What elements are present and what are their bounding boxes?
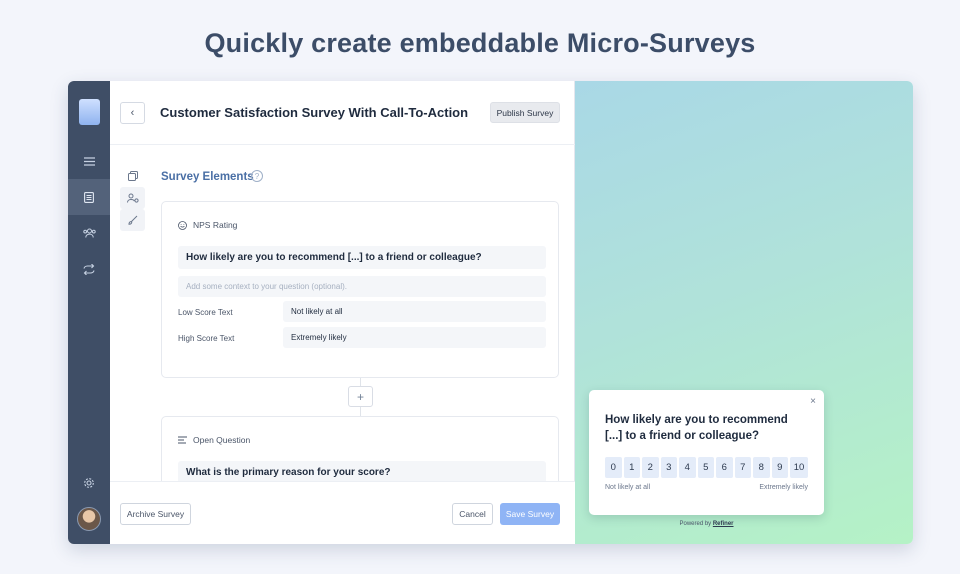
menu-icon[interactable] [68, 143, 110, 179]
brush-icon[interactable] [120, 209, 145, 231]
powered-by-link[interactable]: Refiner [713, 521, 734, 527]
close-icon[interactable]: × [810, 396, 816, 407]
page-headline: Quickly create embeddable Micro-Surveys [204, 28, 756, 58]
section-title: Survey Elements [161, 171, 254, 183]
nps-scale: 0 1 2 3 4 5 6 7 8 9 10 [605, 457, 808, 478]
low-score-input[interactable]: Not likely at all [283, 301, 546, 322]
nps-score-button[interactable]: 5 [697, 457, 714, 478]
side-nav [68, 81, 110, 544]
nps-score-button[interactable]: 0 [605, 457, 622, 478]
app-logo[interactable] [79, 99, 100, 125]
survey-preview: × How likely are you to recommend [...] … [575, 81, 913, 544]
users-icon[interactable] [68, 215, 110, 251]
high-score-input[interactable]: Extremely likely [283, 327, 546, 348]
copy-icon[interactable] [120, 165, 145, 187]
smiley-icon [178, 220, 187, 230]
scale-low-label: Not likely at all [605, 484, 651, 491]
connector-line [360, 407, 361, 416]
high-score-label: High Score Text [178, 334, 235, 343]
element-type-text: Open Question [193, 435, 251, 445]
nps-score-button[interactable]: 9 [771, 457, 788, 478]
powered-by: Powered by Refiner [575, 521, 838, 527]
publish-survey-button[interactable]: Publish Survey [490, 102, 560, 123]
app-window: ‹ Customer Satisfaction Survey With Call… [68, 81, 913, 544]
editor-topbar: ‹ Customer Satisfaction Survey With Call… [110, 81, 575, 145]
help-icon[interactable]: ? [251, 170, 263, 182]
low-score-label: Low Score Text [178, 308, 233, 317]
text-lines-icon [178, 436, 187, 444]
question-input[interactable]: How likely are you to recommend [...] to… [178, 246, 546, 269]
nps-score-button[interactable]: 7 [734, 457, 751, 478]
nps-score-button[interactable]: 4 [679, 457, 696, 478]
element-type-text: NPS Rating [193, 220, 238, 230]
back-button[interactable]: ‹ [120, 102, 145, 124]
avatar[interactable] [77, 507, 101, 531]
connector-line [360, 378, 361, 386]
survey-title: Customer Satisfaction Survey With Call-T… [160, 105, 469, 120]
archive-survey-button[interactable]: Archive Survey [120, 503, 191, 525]
nps-score-button[interactable]: 3 [660, 457, 677, 478]
add-element-button[interactable]: + [348, 386, 373, 407]
survey-element-card: NPS Rating How likely are you to recomme… [161, 201, 559, 378]
integrations-icon[interactable] [68, 251, 110, 287]
save-survey-button[interactable]: Save Survey [500, 503, 560, 525]
survey-icon[interactable] [68, 179, 110, 215]
chevron-left-icon: ‹ [130, 107, 135, 119]
context-input[interactable]: Add some context to your question (optio… [178, 276, 546, 297]
nps-score-button[interactable]: 6 [716, 457, 733, 478]
nps-score-button[interactable]: 10 [790, 457, 808, 478]
element-type-label: NPS Rating [178, 220, 237, 230]
editor-tools [120, 165, 145, 231]
cancel-button[interactable]: Cancel [452, 503, 493, 525]
nps-score-button[interactable]: 1 [623, 457, 640, 478]
gear-icon[interactable] [68, 465, 110, 501]
widget-question: How likely are you to recommend [...] to… [605, 414, 788, 442]
nps-score-button[interactable]: 2 [642, 457, 659, 478]
nps-score-button[interactable]: 8 [753, 457, 770, 478]
user-settings-icon[interactable] [120, 187, 145, 209]
survey-editor: ‹ Customer Satisfaction Survey With Call… [110, 81, 575, 544]
survey-widget: × How likely are you to recommend [...] … [589, 390, 824, 515]
powered-by-text: Powered by [679, 521, 712, 527]
scale-high-label: Extremely likely [759, 484, 808, 491]
element-type-label: Open Question [178, 435, 250, 445]
editor-footer: Archive Survey Cancel Save Survey [110, 481, 575, 544]
